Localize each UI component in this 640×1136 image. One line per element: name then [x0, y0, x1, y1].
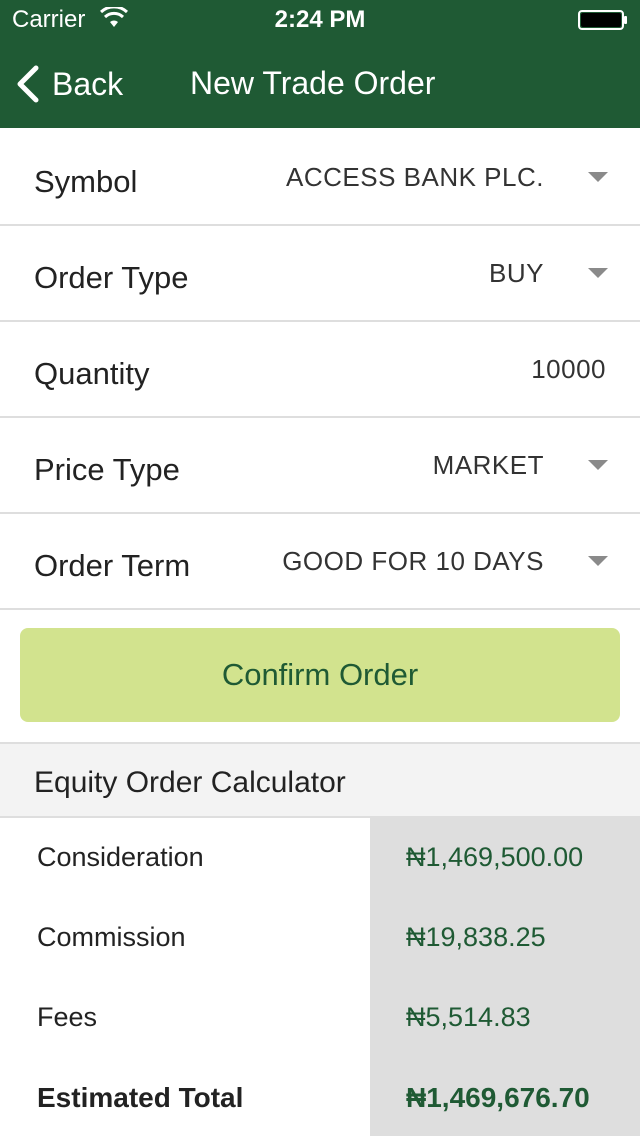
symbol-select[interactable]: ACCESS BANK PLC. — [286, 162, 544, 193]
order-term-row[interactable]: Order Term GOOD FOR 10 DAYS — [0, 514, 640, 610]
calculator-row-fees: Fees ₦5,514.83 — [0, 978, 640, 1058]
consideration-label: Consideration — [37, 842, 204, 872]
estimated-total-value: ₦1,469,676.70 — [406, 1082, 590, 1113]
calculator-header: Equity Order Calculator — [0, 742, 640, 818]
consideration-value: ₦1,469,500.00 — [406, 842, 584, 872]
calculator-row-consideration: Consideration ₦1,469,500.00 — [0, 818, 640, 898]
app-header: Carrier 2:24 PM Back New Trade Order — [0, 0, 640, 128]
status-bar: Carrier 2:24 PM — [0, 0, 640, 40]
order-term-select[interactable]: GOOD FOR 10 DAYS — [282, 546, 544, 577]
caret-down-icon[interactable] — [588, 556, 608, 566]
symbol-row[interactable]: Symbol ACCESS BANK PLC. — [0, 130, 640, 226]
confirm-order-button[interactable]: Confirm Order — [20, 628, 620, 722]
fees-value: ₦5,514.83 — [406, 1002, 531, 1032]
order-type-select[interactable]: BUY — [489, 258, 544, 289]
order-type-label: Order Type — [34, 260, 189, 295]
caret-down-icon[interactable] — [588, 460, 608, 470]
estimated-total-label: Estimated Total — [37, 1082, 244, 1113]
nav-bar: Back New Trade Order — [0, 40, 640, 128]
order-type-row[interactable]: Order Type BUY — [0, 226, 640, 322]
quantity-field[interactable]: 10000 — [531, 354, 606, 385]
calculator-row-commission: Commission ₦19,838.25 — [0, 898, 640, 978]
back-chevron-icon — [17, 65, 39, 103]
caret-down-icon[interactable] — [588, 172, 608, 182]
commission-label: Commission — [37, 922, 186, 952]
price-type-label: Price Type — [34, 452, 180, 487]
battery-icon — [578, 10, 627, 30]
symbol-label: Symbol — [34, 164, 138, 199]
calculator-title: Equity Order Calculator — [34, 766, 346, 799]
price-type-select[interactable]: MARKET — [433, 450, 544, 481]
back-label: Back — [52, 65, 124, 102]
commission-value: ₦19,838.25 — [406, 922, 546, 952]
quantity-row[interactable]: Quantity 10000 — [0, 322, 640, 418]
order-term-label: Order Term — [34, 548, 191, 583]
fees-label: Fees — [37, 1002, 98, 1032]
price-type-row[interactable]: Price Type MARKET — [0, 418, 640, 514]
calculator-row-total: Estimated Total ₦1,469,676.70 — [0, 1058, 640, 1136]
back-button[interactable]: Back — [14, 60, 123, 108]
caret-down-icon[interactable] — [588, 268, 608, 278]
status-time: 2:24 PM — [274, 6, 366, 33]
page-title: New Trade Order — [190, 65, 436, 101]
quantity-label: Quantity — [34, 356, 150, 391]
